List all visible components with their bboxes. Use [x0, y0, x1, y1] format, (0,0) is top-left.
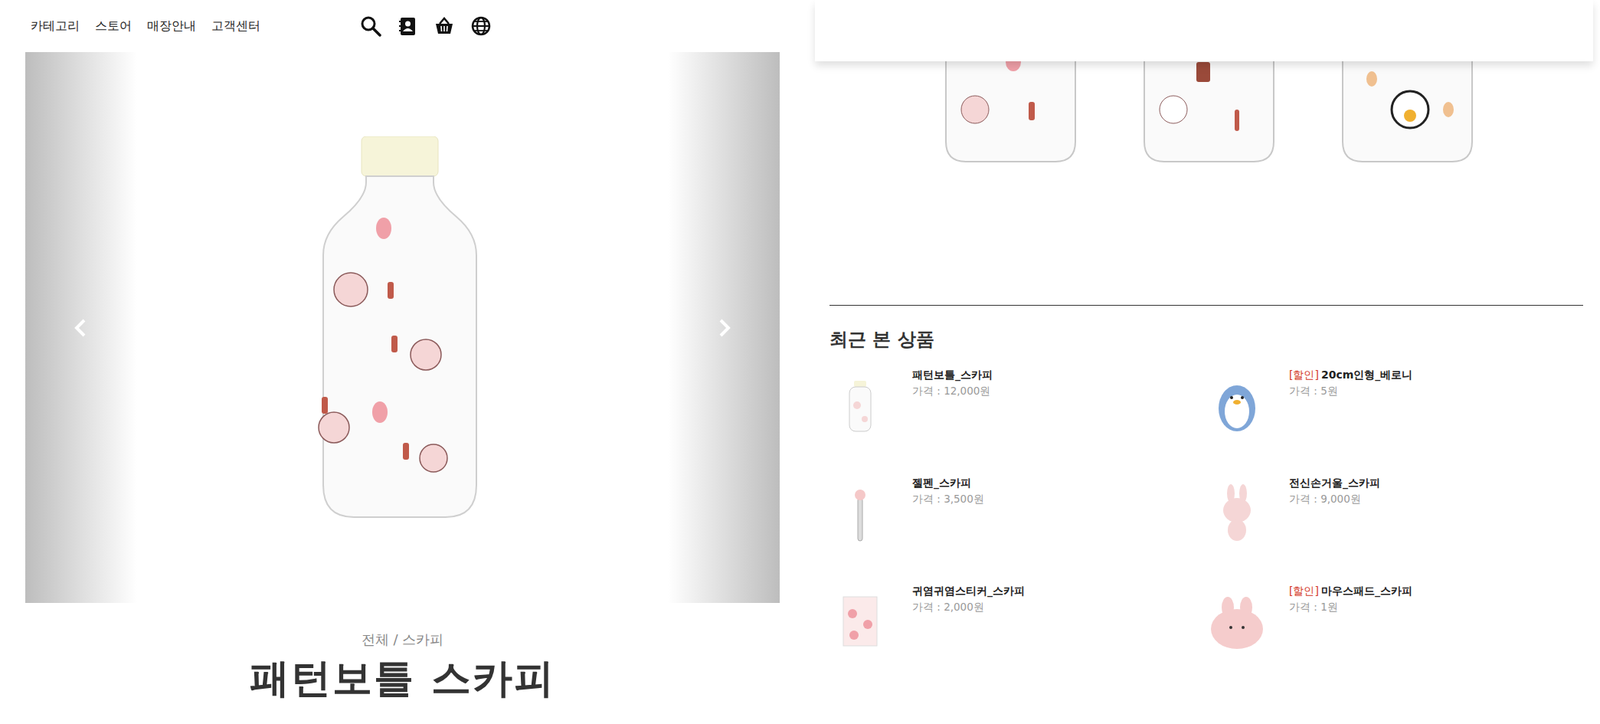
- penguin-icon: [1206, 374, 1268, 436]
- item-price: 가격 : 9,000원: [1289, 492, 1381, 507]
- search-icon[interactable]: [359, 15, 382, 37]
- item-name-text: 귀염귀염스티커_스카피: [912, 584, 1025, 597]
- item-name-text: 젤펜_스카피: [912, 476, 972, 489]
- product-info: 전체 / 스카피 패턴보틀 스카피: [25, 602, 780, 706]
- product-thumbnail[interactable]: [1206, 590, 1268, 652]
- item-name[interactable]: 귀염귀염스티커_스카피: [912, 584, 1025, 599]
- bottle-image: [310, 136, 495, 520]
- item-name[interactable]: [할인]마우스패드_스카피: [1289, 584, 1413, 599]
- recent-item[interactable]: 젤펜_스카피가격 : 3,500원: [829, 476, 1207, 585]
- pad-icon: [1206, 590, 1268, 652]
- chevron-right-icon[interactable]: [713, 317, 734, 338]
- bottle-icon: [829, 374, 891, 436]
- item-name[interactable]: 전신손거울_스카피: [1289, 476, 1381, 491]
- item-price: 가격 : 5원: [1289, 384, 1413, 399]
- carousel-next[interactable]: [667, 52, 780, 603]
- recent-item[interactable]: 패턴보틀_스카피가격 : 12,000원: [829, 368, 1207, 477]
- pen-icon: [829, 482, 891, 544]
- nav-item[interactable]: 스토어: [94, 18, 132, 35]
- nav-menu: 카테고리 스토어 매장안내 고객센터: [30, 18, 261, 35]
- item-text: [할인]마우스패드_스카피가격 : 1원: [1289, 584, 1413, 693]
- item-price: 가격 : 1원: [1289, 600, 1413, 615]
- product-thumbnail[interactable]: [829, 482, 891, 544]
- nav-item[interactable]: 매장안내: [147, 18, 197, 35]
- detail-bottle-image: [1341, 55, 1474, 164]
- basket-icon[interactable]: [433, 15, 455, 37]
- item-price: 가격 : 12,000원: [912, 384, 993, 399]
- item-name[interactable]: [할인]20cm인형_베로니: [1289, 368, 1413, 383]
- item-name[interactable]: 젤펜_스카피: [912, 476, 985, 491]
- breadcrumb[interactable]: 전체 / 스카피: [361, 630, 445, 649]
- chevron-left-icon[interactable]: [71, 317, 92, 338]
- item-price: 가격 : 3,500원: [912, 492, 985, 507]
- product-thumbnail[interactable]: [829, 590, 891, 652]
- product-thumbnail[interactable]: [1206, 482, 1268, 544]
- recent-products: 최근 본 상품 패턴보틀_스카피가격 : 12,000원[할인]20cm인형_베…: [829, 304, 1584, 693]
- recent-item[interactable]: 귀염귀염스티커_스카피가격 : 2,000원: [829, 584, 1207, 693]
- item-name-text: 전신손거울_스카피: [1289, 476, 1381, 489]
- recent-item[interactable]: 전신손거울_스카피가격 : 9,000원: [1206, 476, 1584, 585]
- product-thumbnail[interactable]: [1206, 374, 1268, 436]
- recent-grid: 패턴보틀_스카피가격 : 12,000원[할인]20cm인형_베로니가격 : 5…: [829, 368, 1584, 693]
- nav-icons: [359, 15, 492, 37]
- item-name-text: 20cm인형_베로니: [1321, 368, 1413, 381]
- nav-item[interactable]: 고객센터: [211, 18, 261, 35]
- recent-heading: 최근 본 상품: [829, 327, 1584, 352]
- product-thumbnail[interactable]: [829, 374, 891, 436]
- item-text: 귀염귀염스티커_스카피가격 : 2,000원: [912, 584, 1025, 693]
- sticky-header: [814, 0, 1594, 62]
- discount-badge: [할인]: [1289, 584, 1319, 597]
- item-text: [할인]20cm인형_베로니가격 : 5원: [1289, 368, 1413, 477]
- detail-bottle-image: [1142, 55, 1276, 164]
- top-nav: 카테고리 스토어 매장안내 고객센터: [25, 0, 780, 53]
- item-text: 젤펜_스카피가격 : 3,500원: [912, 476, 985, 585]
- nav-item[interactable]: 카테고리: [30, 18, 80, 35]
- item-text: 패턴보틀_스카피가격 : 12,000원: [912, 368, 993, 477]
- product-carousel: [25, 52, 780, 603]
- recent-item[interactable]: [할인]20cm인형_베로니가격 : 5원: [1206, 368, 1584, 477]
- carousel-prev[interactable]: [25, 52, 138, 603]
- item-price: 가격 : 2,000원: [912, 600, 1025, 615]
- sticker-icon: [829, 590, 891, 652]
- product-title: 패턴보틀 스카피: [249, 651, 555, 706]
- detail-bottle-image: [944, 55, 1077, 164]
- discount-badge: [할인]: [1289, 368, 1319, 381]
- globe-icon[interactable]: [470, 15, 492, 37]
- item-text: 전신손거울_스카피가격 : 9,000원: [1289, 476, 1381, 585]
- bunny-icon: [1206, 482, 1268, 544]
- account-icon[interactable]: [396, 15, 419, 37]
- item-name-text: 패턴보틀_스카피: [912, 368, 993, 381]
- product-image: [137, 52, 668, 603]
- item-name[interactable]: 패턴보틀_스카피: [912, 368, 993, 383]
- recent-item[interactable]: [할인]마우스패드_스카피가격 : 1원: [1206, 584, 1584, 693]
- item-name-text: 마우스패드_스카피: [1321, 584, 1413, 597]
